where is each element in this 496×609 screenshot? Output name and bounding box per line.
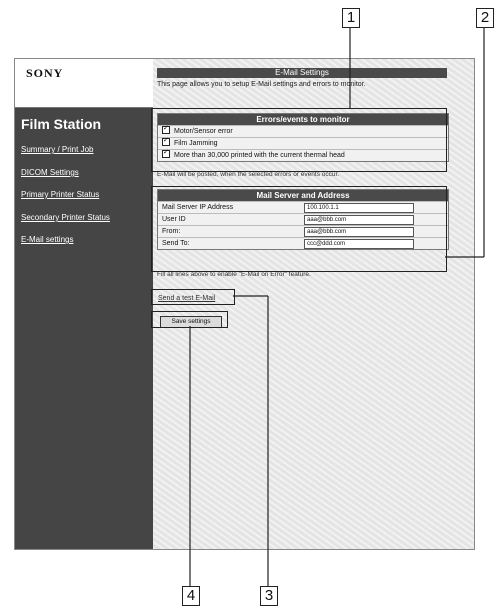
- callout-label-3: 3: [260, 586, 278, 606]
- callout-label-2: 2: [476, 8, 494, 28]
- callout-leader-lines: [189, 28, 485, 586]
- callout-label-4: 4: [182, 586, 200, 606]
- callout-label-1: 1: [342, 8, 360, 28]
